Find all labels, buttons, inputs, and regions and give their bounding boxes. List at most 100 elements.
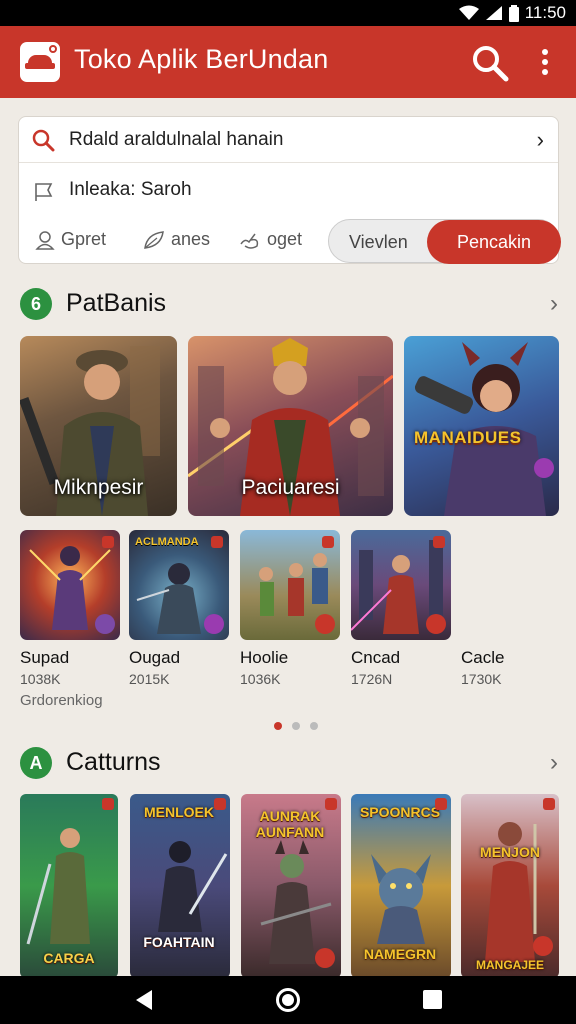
chip-label: oget <box>267 229 303 249</box>
tab-view[interactable]: Vievlen <box>349 232 408 253</box>
carousel-dot[interactable] <box>292 722 300 730</box>
search-field[interactable]: Rdald araldulnalal hanain › <box>19 117 558 163</box>
section-badge: 6 <box>20 288 52 320</box>
person-icon <box>35 230 55 250</box>
game-downloads: 1038K <box>20 671 61 687</box>
banner-card[interactable]: MANAIDUES <box>404 336 559 516</box>
game-badge-icon <box>426 614 446 634</box>
recent-apps-icon[interactable] <box>423 990 442 1009</box>
chip-label: Gpret <box>61 229 107 249</box>
banner-logo-text: MANAIDUES <box>414 428 522 447</box>
home-icon[interactable] <box>276 988 300 1012</box>
ad-mark <box>102 536 114 548</box>
view-toggle: Vievlen Pencakin <box>328 219 561 264</box>
ad-mark <box>214 798 226 810</box>
poster-title: MENJON <box>480 844 540 860</box>
ad-mark <box>435 798 447 810</box>
game-card-title: ACLMANDA <box>135 536 199 548</box>
game-badge-icon <box>315 614 335 634</box>
section-title: PatBanis <box>66 289 167 317</box>
game-card[interactable] <box>351 530 451 640</box>
game-badge-icon <box>315 948 335 968</box>
game-name: Ougad <box>129 648 181 667</box>
poster-title: SPOONRCS <box>359 804 441 820</box>
system-nav-bar <box>0 976 576 1024</box>
game-name: Cacle <box>461 648 505 667</box>
more-options-button[interactable] <box>532 46 558 80</box>
game-poster[interactable]: MENJON MANGAJEE <box>461 794 559 978</box>
game-name: Hoolie <box>240 648 289 667</box>
ad-mark <box>325 798 337 810</box>
section-title: Catturns <box>66 748 161 776</box>
game-name: Cncad <box>351 648 401 667</box>
game-poster[interactable]: CARGA <box>20 794 118 978</box>
poster-title: MANGAJEE <box>475 958 544 972</box>
game-downloads: 1730K <box>461 671 502 687</box>
search-hint[interactable]: Inleaka: Saroh <box>19 175 558 209</box>
game-downloads: 2015K <box>129 671 170 687</box>
banner-card[interactable]: Miknpesir <box>20 336 177 516</box>
section-header-1[interactable]: 6 PatBanis › <box>20 286 560 322</box>
carousel-dot[interactable] <box>310 722 318 730</box>
game-downloads: 1036K <box>240 671 281 687</box>
chevron-right-icon[interactable]: › <box>550 290 558 318</box>
ad-mark <box>543 798 555 810</box>
heroine-artwork <box>414 342 554 516</box>
game-extra-text: Grdorenkiog <box>20 692 103 709</box>
store-logo-icon <box>20 42 60 82</box>
back-icon[interactable] <box>136 990 152 1010</box>
app-bar: Toko Aplik BerUndan <box>0 26 576 98</box>
chip-hand[interactable]: oget <box>239 229 302 250</box>
ad-mark <box>102 798 114 810</box>
flag-icon <box>35 183 53 201</box>
carousel-dot[interactable] <box>274 722 282 730</box>
poster-title: MENLOEK <box>144 804 214 820</box>
leaf-icon <box>144 230 164 249</box>
hand-icon <box>240 233 259 249</box>
game-card[interactable] <box>240 530 340 640</box>
poster-title: AUNRAK AUNFANN <box>255 808 325 840</box>
chip-person[interactable]: Gpret <box>35 229 106 250</box>
poster-title: CARGA <box>43 950 95 966</box>
search-button[interactable] <box>471 44 509 82</box>
ad-mark <box>211 536 223 548</box>
chevron-right-icon[interactable]: › <box>537 127 544 153</box>
search-icon <box>32 129 55 152</box>
status-bar: 11:50 <box>0 0 576 26</box>
hint-text: Inleaka: Saroh <box>69 179 192 200</box>
chevron-right-icon[interactable]: › <box>550 749 558 777</box>
battery-icon <box>508 4 519 22</box>
section-badge: A <box>20 747 52 779</box>
banner-label: Miknpesir <box>53 476 144 499</box>
ad-mark <box>433 536 445 548</box>
ad-mark <box>322 536 334 548</box>
game-badge-icon <box>533 936 553 956</box>
search-card: Rdald araldulnalal hanain › Inleaka: Sar… <box>18 116 561 264</box>
poster-title: FOAHTAIN <box>143 934 215 950</box>
game-poster[interactable]: AUNRAK AUNFANN <box>241 794 341 978</box>
chip-leaf[interactable]: anes <box>143 229 210 250</box>
chip-label: anes <box>171 229 211 249</box>
status-time: 11:50 <box>524 3 566 22</box>
app-title: Toko Aplik BerUndan <box>74 44 329 74</box>
search-query: Rdald araldulnalal hanain <box>69 129 284 150</box>
game-name: Supad <box>20 648 70 667</box>
section-header-2[interactable]: A Catturns › <box>20 745 560 781</box>
game-poster[interactable]: SPOONRCS NAMEGRN <box>351 794 451 978</box>
wifi-icon <box>458 5 479 20</box>
game-poster[interactable]: MENLOEK FOAHTAIN <box>130 794 230 978</box>
game-card[interactable]: ACLMANDA <box>129 530 229 640</box>
signal-icon <box>485 6 502 20</box>
game-badge-icon <box>95 614 115 634</box>
game-downloads: 1726N <box>351 671 393 687</box>
carousel-indicator <box>274 722 318 730</box>
poster-title: NAMEGRN <box>363 946 437 962</box>
tab-search-active[interactable]: Pencakin <box>427 220 561 264</box>
game-badge-icon <box>204 614 224 634</box>
game-card[interactable] <box>20 530 120 640</box>
ninja-artwork <box>158 841 228 932</box>
search-icon <box>473 46 509 82</box>
banner-label: Paciuaresi <box>241 476 340 499</box>
status-icons: 11:50 <box>458 3 566 23</box>
banner-card[interactable]: Paciuaresi <box>188 336 393 516</box>
